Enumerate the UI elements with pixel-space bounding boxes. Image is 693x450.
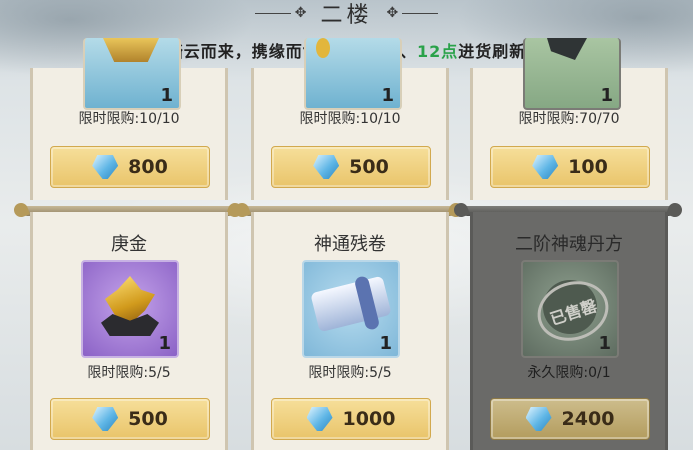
notice-text-end: 进货刷新 — [458, 42, 527, 61]
gold-relic-icon: 1 — [83, 38, 181, 110]
purchase-limit: 永久限购:0/1 — [527, 365, 611, 381]
floor-title: 二楼 — [320, 3, 373, 28]
item-name: 神通残卷 — [314, 234, 386, 255]
ornament-left: ✥ — [254, 5, 307, 21]
refresh-time-2: 12点 — [416, 42, 459, 61]
item-quantity: 1 — [600, 85, 613, 106]
spirit-stone-gem-icon — [92, 407, 119, 431]
purchase-limit: 限时限购:70/70 — [518, 111, 620, 127]
shop-card-1[interactable]: 1 限时限购:10/10 800 — [30, 38, 228, 200]
buy-button[interactable]: 100 — [490, 146, 650, 188]
shop-card-shentong-canjuan[interactable]: 神通残卷 1 限时限购:5/5 1000 — [251, 212, 449, 450]
spirit-stone-gem-icon — [532, 155, 559, 179]
purchase-limit: 限时限购:10/10 — [78, 111, 180, 127]
spirit-stone-gem-icon — [525, 407, 552, 431]
price-value: 500 — [349, 156, 389, 178]
item-quantity: 1 — [379, 333, 392, 354]
price-value: 500 — [128, 408, 168, 430]
item-quantity: 1 — [158, 333, 171, 354]
ornament-right: ✥ — [387, 6, 439, 20]
purchase-limit: 限时限购:10/10 — [299, 111, 401, 127]
spirit-stone-gem-icon — [313, 155, 340, 179]
knot-icon: ✥ — [294, 5, 307, 21]
item-quantity: 1 — [160, 85, 173, 106]
shop-card-3[interactable]: 1 限时限购:70/70 100 — [470, 38, 668, 200]
price-value: 2400 — [561, 408, 615, 430]
purchase-limit: 限时限购:5/5 — [87, 365, 171, 381]
buy-button[interactable]: 1000 — [271, 398, 431, 440]
buy-button[interactable]: 500 — [50, 398, 210, 440]
spirit-stone-gem-icon — [92, 155, 119, 179]
buy-button-disabled: 2400 — [490, 398, 650, 440]
item-name: 二阶神魂丹方 — [515, 234, 623, 255]
price-value: 100 — [568, 156, 608, 178]
notice-separator: 、 — [399, 42, 417, 61]
price-value: 800 — [128, 156, 168, 178]
pill-recipe-icon: 已售罄 1 — [521, 260, 619, 358]
buy-button[interactable]: 800 — [50, 146, 210, 188]
item-quantity: 1 — [381, 85, 394, 106]
buy-button[interactable]: 500 — [271, 146, 431, 188]
scroll-icon: 1 — [302, 260, 400, 358]
knot-icon: ✥ — [386, 5, 399, 21]
dark-ore-icon: 1 — [523, 38, 621, 110]
gold-crystal-icon: 1 — [81, 260, 179, 358]
price-value: 1000 — [342, 408, 396, 430]
item-name: 庚金 — [111, 234, 147, 255]
jade-trinket-icon: 1 — [304, 38, 402, 110]
shop-card-gengjin[interactable]: 庚金 1 限时限购:5/5 500 — [30, 212, 228, 450]
purchase-limit: 限时限购:5/5 — [308, 365, 392, 381]
spirit-stone-gem-icon — [306, 407, 333, 431]
shop-card-2[interactable]: 1 限时限购:10/10 500 — [251, 38, 449, 200]
shop-card-pill-recipe-sold-out[interactable]: 二阶神魂丹方 已售罄 1 永久限购:0/1 2400 — [470, 212, 668, 450]
item-quantity: 1 — [598, 333, 611, 354]
floor-title-row: ✥ 二楼 ✥ — [0, 0, 693, 28]
